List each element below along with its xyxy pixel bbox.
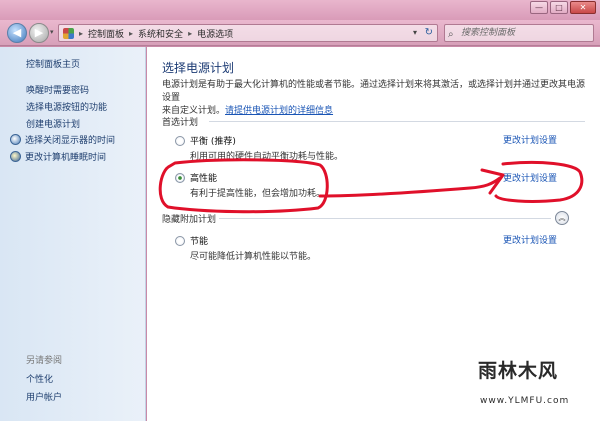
close-button[interactable]: ✕	[570, 1, 596, 14]
window-controls: — □ ✕	[530, 1, 596, 14]
sidebar-item-create-plan[interactable]: 创建电源计划	[26, 117, 80, 130]
breadcrumb-system-security[interactable]: 系统和安全	[138, 27, 183, 40]
plan-description: 利用可用的硬件自动平衡功耗与性能。	[190, 152, 344, 162]
plan-name: 节能	[190, 237, 209, 247]
sidebar-item-display-off[interactable]: 选择关闭显示器的时间	[10, 133, 115, 146]
hidden-plans-heading: 隐藏附加计划	[162, 215, 217, 225]
plan-name: 平衡 (推荐)	[190, 137, 236, 147]
page-title: 选择电源计划	[162, 61, 235, 75]
plan-details-link[interactable]: 请提供电源计划的详细信息	[225, 106, 333, 116]
left-nav-pane: 控制面板主页 唤醒时需要密码 选择电源按钮的功能 创建电源计划 选择关闭显示器的…	[0, 47, 146, 421]
sidebar-item-sleep-time[interactable]: 更改计算机睡眠时间	[10, 150, 106, 163]
search-icon: ⌕	[448, 29, 454, 40]
breadcrumb-separator-icon[interactable]: ▸	[79, 29, 83, 38]
description-line-1: 电源计划是有助于最大化计算机的性能或者节能。通过选择计划来将其激活，或选择计划并…	[162, 80, 586, 103]
radio-high-performance[interactable]	[175, 172, 185, 183]
radio-power-saver[interactable]	[175, 235, 185, 246]
back-arrow-icon: ◀	[12, 26, 22, 39]
plan-description: 尽可能降低计算机性能以节能。	[190, 252, 317, 262]
breadcrumb-separator-icon[interactable]: ▸	[188, 29, 192, 38]
watermark-logo-text: 雨林木风	[478, 360, 559, 382]
control-panel-icon	[63, 27, 74, 39]
plan-description: 有利于提高性能，但会增加功耗。	[190, 189, 326, 199]
search-placeholder: 搜索控制面板	[461, 28, 516, 38]
breadcrumb-separator-icon[interactable]: ▸	[129, 29, 133, 38]
change-plan-settings-balanced[interactable]: 更改计划设置	[503, 133, 557, 146]
group-divider	[209, 121, 585, 122]
search-input[interactable]: ⌕ 搜索控制面板	[444, 24, 594, 42]
plan-name: 高性能	[190, 174, 218, 184]
change-plan-settings-power-saver[interactable]: 更改计划设置	[503, 233, 557, 246]
page-description: 电源计划是有助于最大化计算机的性能或者节能。通过选择计划来将其激活，或选择计划并…	[162, 79, 587, 118]
breadcrumb-power-options[interactable]: 电源选项	[197, 27, 233, 40]
navigation-bar: ◀ ▶ ▾ ▸ 控制面板 ▸ 系统和安全 ▸ 电源选项 ▾ ↻ ⌕ 搜索控制面板	[0, 20, 600, 46]
address-dropdown-icon[interactable]: ▾	[413, 28, 417, 37]
plan-balanced[interactable]: 平衡 (推荐) 利用可用的硬件自动平衡功耗与性能。	[175, 134, 343, 162]
maximize-button[interactable]: □	[550, 1, 568, 14]
minimize-button[interactable]: —	[530, 1, 548, 14]
radio-balanced[interactable]	[175, 135, 185, 146]
recent-pages-dropdown-icon[interactable]: ▾	[50, 28, 54, 36]
sidebar-home-link[interactable]: 控制面板主页	[26, 57, 80, 70]
sidebar-item-label: 更改计算机睡眠时间	[25, 153, 107, 163]
collapse-hidden-plans-icon[interactable]: ︽	[555, 211, 569, 225]
preferred-plans-heading: 首选计划	[162, 118, 199, 128]
sidebar-item-label: 选择关闭显示器的时间	[25, 136, 116, 146]
breadcrumb-control-panel[interactable]: 控制面板	[88, 27, 124, 40]
sleep-moon-icon	[10, 151, 21, 162]
monitor-icon	[10, 134, 21, 145]
address-bar[interactable]: ▸ 控制面板 ▸ 系统和安全 ▸ 电源选项 ▾ ↻	[58, 24, 438, 42]
plan-high-performance[interactable]: 高性能 有利于提高性能，但会增加功耗。	[175, 171, 325, 199]
sidebar-link-user-accounts[interactable]: 用户帐户	[26, 390, 62, 403]
sidebar-item-wake-password[interactable]: 唤醒时需要密码	[26, 83, 89, 96]
forward-arrow-icon: ▶	[34, 26, 44, 39]
back-button[interactable]: ◀	[7, 23, 27, 43]
plan-power-saver[interactable]: 节能 尽可能降低计算机性能以节能。	[175, 234, 316, 262]
sidebar-link-personalization[interactable]: 个性化	[26, 372, 53, 385]
watermark-url: www.YLMFU.com	[480, 396, 570, 406]
forward-button[interactable]: ▶	[29, 23, 49, 43]
window-titlebar: — □ ✕	[0, 0, 600, 20]
site-watermark: 雨林木风 www.YLMFU.com	[470, 352, 594, 416]
change-plan-settings-high-performance[interactable]: 更改计划设置	[503, 171, 557, 184]
see-also-heading: 另请参阅	[26, 356, 63, 366]
group-divider	[219, 218, 551, 219]
refresh-icon[interactable]: ↻	[425, 27, 433, 38]
sidebar-item-power-button[interactable]: 选择电源按钮的功能	[26, 100, 107, 113]
